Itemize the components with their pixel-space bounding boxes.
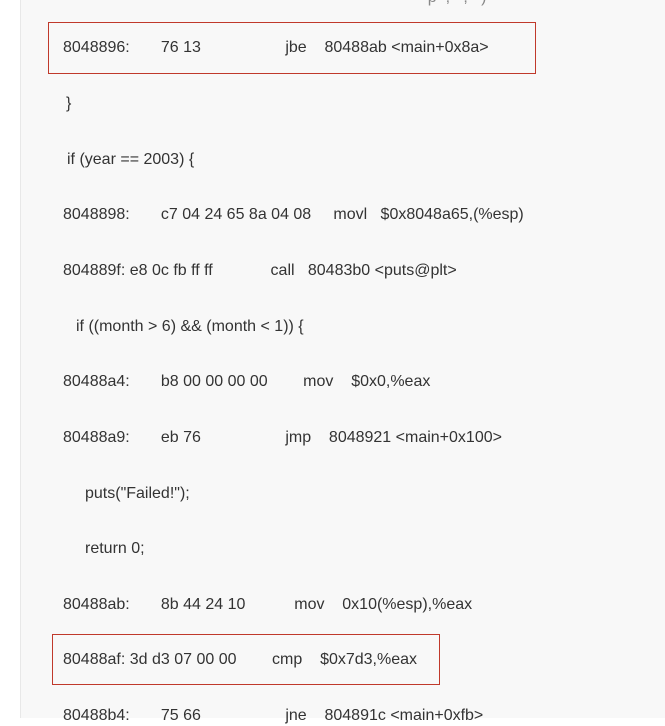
code-line-if-month: if ((month > 6) && (month < 1)) { <box>76 318 304 335</box>
code-line-mov-eax: 80488a4: b8 00 00 00 00 mov $0x0,%eax <box>63 373 431 390</box>
code-line-cutoff: p , , ) <box>330 0 487 8</box>
code-line-jne: 80488b4: 75 66 jne 804891c <main+0xfb> <box>63 707 484 724</box>
code-line-if-year: if (year == 2003) { <box>67 151 195 168</box>
code-line-jbe: 8048896: 76 13 jbe 80488ab <main+0x8a> <box>63 39 489 56</box>
code-line-return: return 0; <box>85 540 145 557</box>
code-line-call-puts: 804889f: e8 0c fb ff ff call 80483b0 <pu… <box>63 262 457 279</box>
code-line-cmp: 80488af: 3d d3 07 00 00 cmp $0x7d3,%eax <box>63 651 418 668</box>
code-line-close-brace: } <box>66 95 72 112</box>
code-line-puts-failed: puts("Failed!"); <box>85 485 190 502</box>
code-line-jmp: 80488a9: eb 76 jmp 8048921 <main+0x100> <box>63 429 502 446</box>
code-line-movl: 8048898: c7 04 24 65 8a 04 08 movl $0x80… <box>63 206 524 223</box>
code-line-mov-esp: 80488ab: 8b 44 24 10 mov 0x10(%esp),%eax <box>63 596 473 613</box>
